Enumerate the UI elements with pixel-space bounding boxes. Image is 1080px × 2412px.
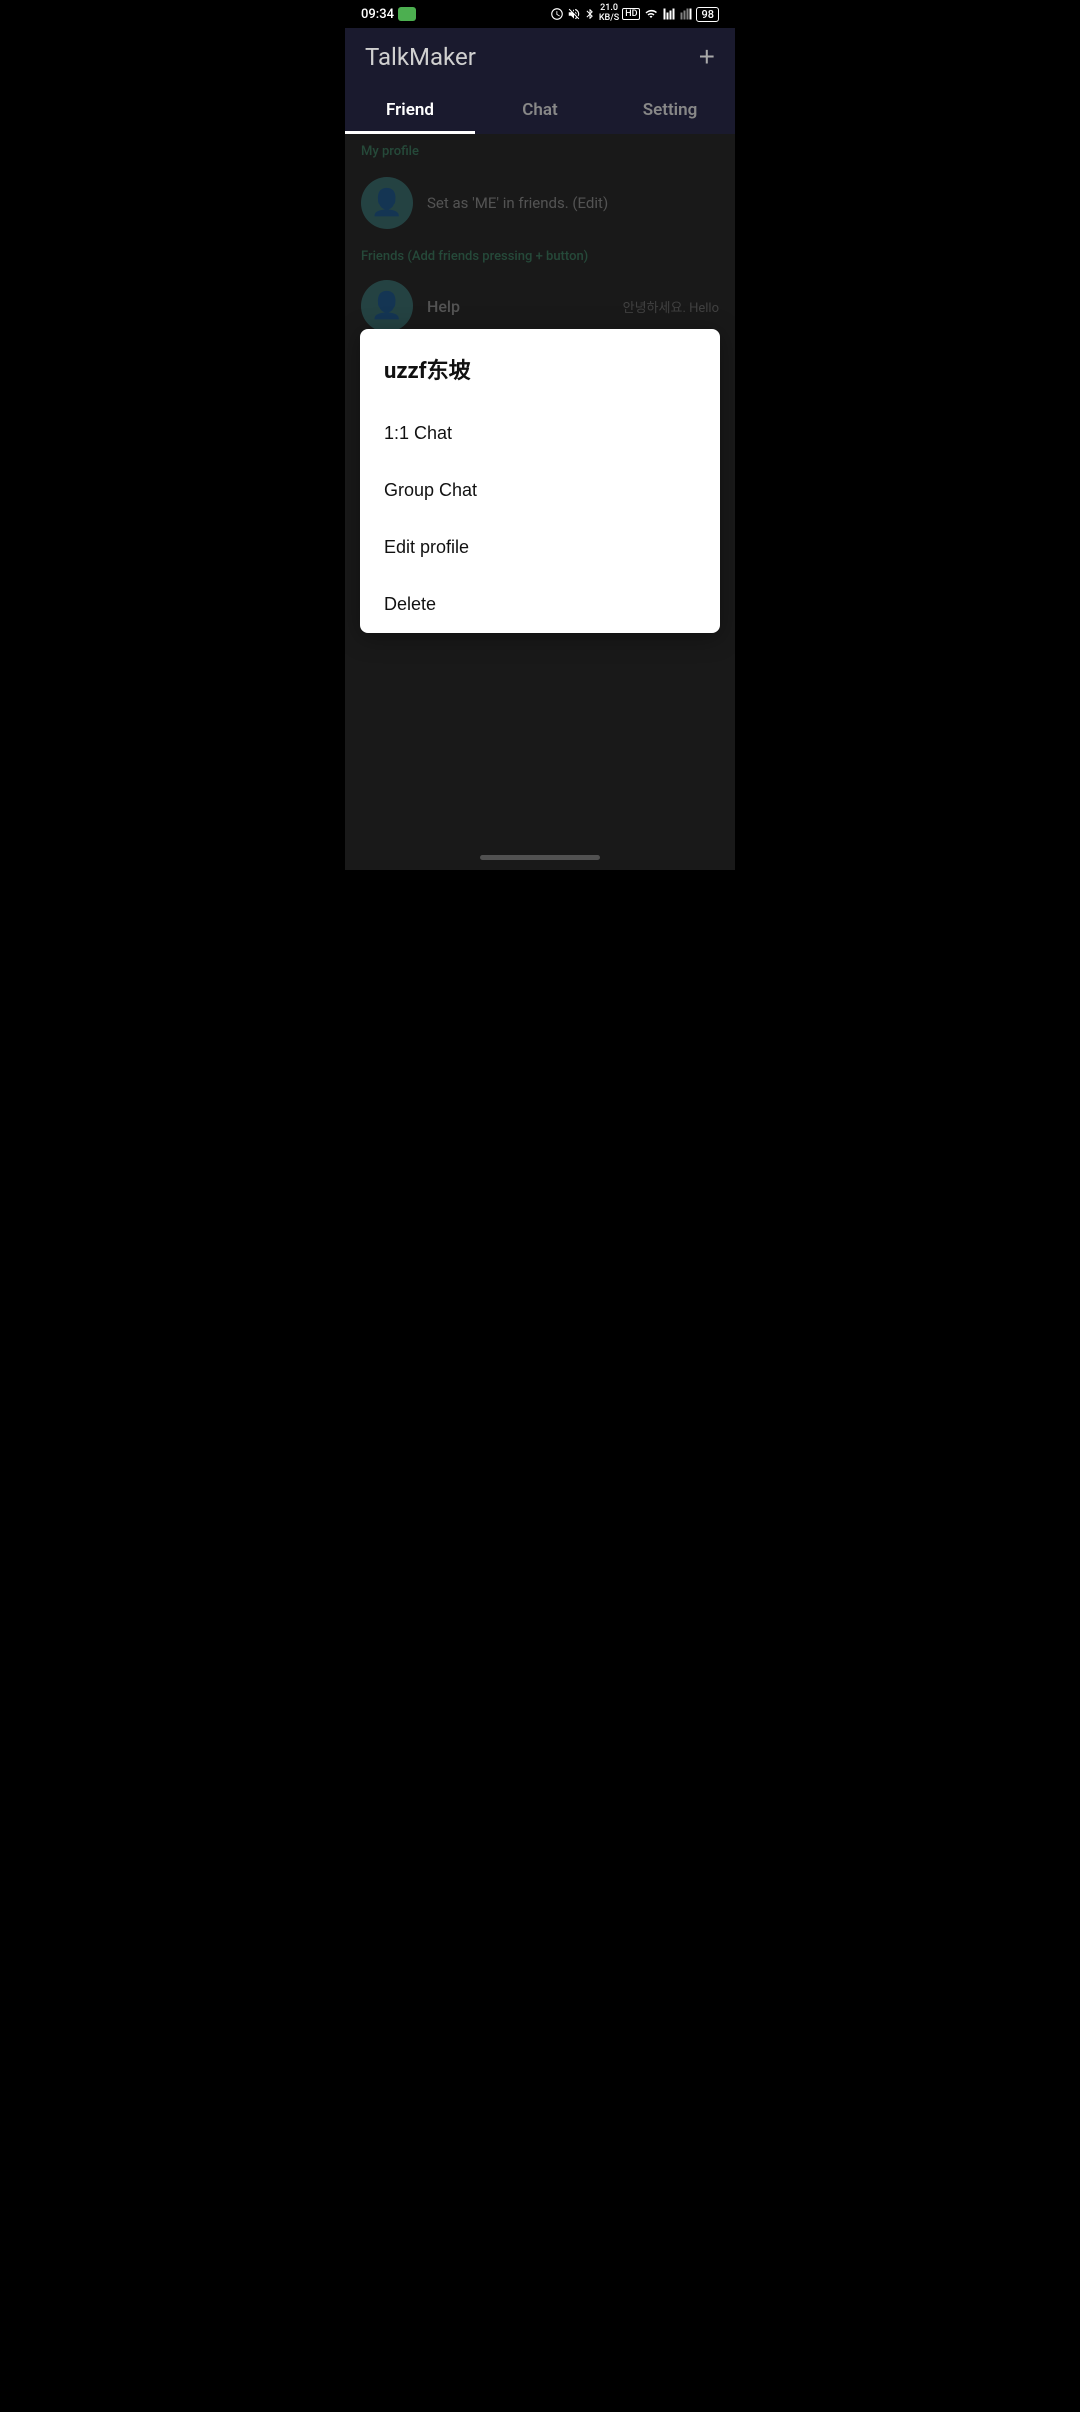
menu-item-group-chat[interactable]: Group Chat bbox=[360, 462, 720, 519]
signal2-icon bbox=[679, 8, 693, 20]
menu-item-1to1-chat[interactable]: 1:1 Chat bbox=[360, 405, 720, 462]
menu-item-edit-profile[interactable]: Edit profile bbox=[360, 519, 720, 576]
tab-setting[interactable]: Setting bbox=[605, 86, 735, 134]
alarm-icon bbox=[550, 7, 564, 21]
status-right: 21.0KB/S HD 98 bbox=[550, 4, 719, 24]
time-display: 09:34 bbox=[361, 7, 394, 22]
menu-item-delete[interactable]: Delete bbox=[360, 576, 720, 633]
status-left: 09:34 bbox=[361, 7, 416, 22]
tab-chat[interactable]: Chat bbox=[475, 86, 605, 134]
battery-display: 98 bbox=[696, 7, 719, 22]
mute-icon bbox=[567, 7, 581, 21]
add-button[interactable]: + bbox=[699, 41, 715, 73]
app-bar: TalkMaker + bbox=[345, 28, 735, 86]
hd-badge: HD bbox=[622, 8, 640, 20]
speed-display: 21.0KB/S bbox=[599, 4, 619, 24]
wifi-icon bbox=[643, 8, 659, 20]
bluetooth-icon bbox=[584, 7, 596, 21]
context-menu-title: uzzf东坡 bbox=[360, 329, 720, 405]
tab-friend[interactable]: Friend bbox=[345, 86, 475, 134]
content-area: My profile 👤 Set as 'ME' in friends. (Ed… bbox=[345, 134, 735, 870]
tab-bar: Friend Chat Setting bbox=[345, 86, 735, 134]
message-notification-icon bbox=[398, 7, 416, 21]
app-title: TalkMaker bbox=[365, 43, 476, 71]
signal1-icon bbox=[662, 8, 676, 20]
context-menu-dialog: uzzf东坡 1:1 Chat Group Chat Edit profile … bbox=[360, 329, 720, 633]
status-bar: 09:34 21.0KB/S HD 98 bbox=[345, 0, 735, 28]
